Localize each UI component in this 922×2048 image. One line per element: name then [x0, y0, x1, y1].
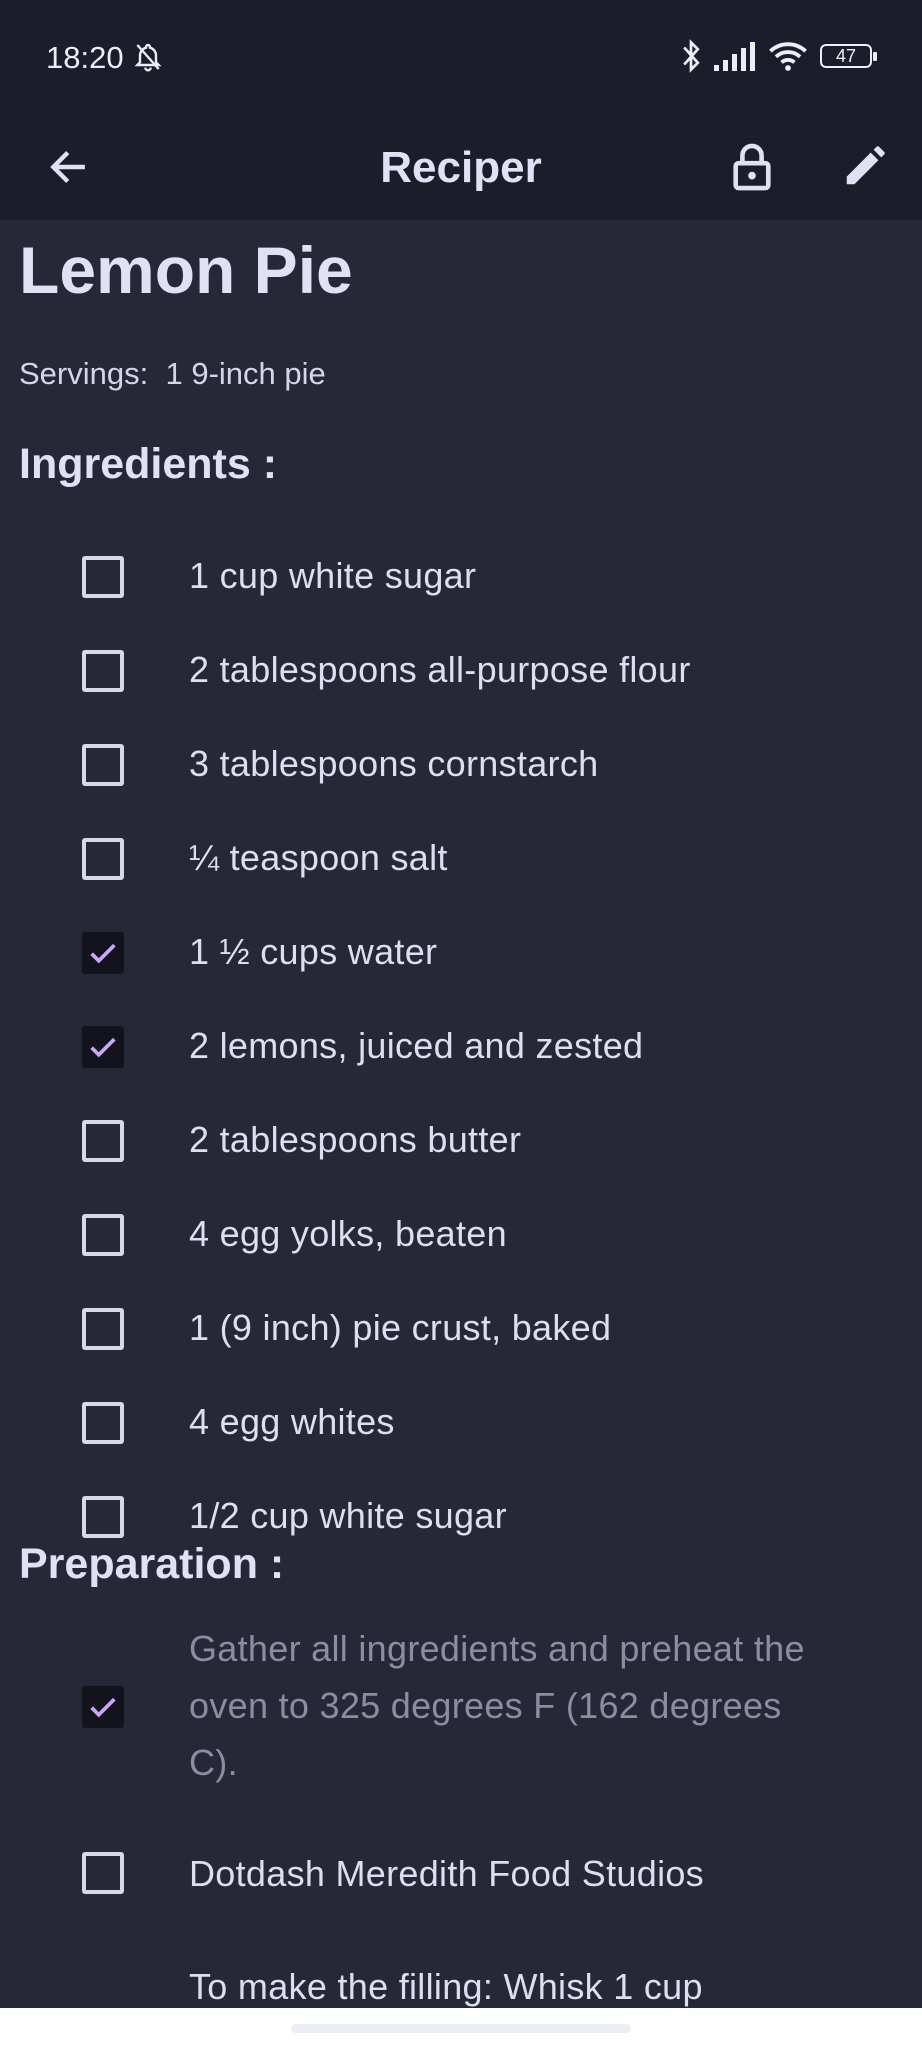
ingredient-item[interactable]: ¼ teaspoon salt — [0, 829, 922, 889]
ingredient-label: 3 tablespoons cornstarch — [189, 743, 599, 784]
step-checkbox[interactable] — [82, 1686, 124, 1728]
lock-open-icon — [733, 143, 771, 191]
app-bar: Reciper — [0, 115, 922, 220]
ingredient-label: 4 egg yolks, beaten — [189, 1213, 507, 1254]
servings: Servings: 1 9-inch pie — [19, 356, 326, 392]
lock-button[interactable] — [720, 135, 784, 199]
recipe-title: Lemon Pie — [19, 233, 353, 307]
checkmark-icon — [90, 943, 116, 964]
ingredient-checkbox[interactable] — [82, 1120, 124, 1162]
gesture-handle[interactable] — [291, 2024, 631, 2033]
status-bar: 18:20 47 — [0, 0, 922, 115]
wifi-icon — [769, 42, 807, 71]
ingredient-checkbox[interactable] — [82, 1214, 124, 1256]
ingredient-item[interactable]: 2 tablespoons butter — [0, 1111, 922, 1171]
ingredient-label: 1/2 cup white sugar — [189, 1495, 507, 1536]
status-time: 18:20 — [46, 40, 124, 75]
checkmark-icon — [90, 1037, 116, 1058]
ingredient-item[interactable]: 4 egg yolks, beaten — [0, 1205, 922, 1265]
pencil-icon — [846, 146, 885, 185]
ingredient-checkbox[interactable] — [82, 932, 124, 974]
bluetooth-icon — [683, 39, 700, 73]
step-text: To make the filling: Whisk 1 cup — [189, 1966, 703, 2007]
battery-level: 47 — [835, 45, 857, 66]
ingredient-checkbox[interactable] — [82, 744, 124, 786]
step-text: Dotdash Meredith Food Studios — [189, 1853, 704, 1894]
ingredient-checkbox[interactable] — [82, 1026, 124, 1068]
ingredients-heading: Ingredients : — [19, 440, 278, 488]
ingredient-label: 2 tablespoons all-purpose flour — [189, 649, 691, 690]
ingredient-label: 4 egg whites — [189, 1401, 395, 1442]
checkmark-icon — [90, 1697, 116, 1718]
bell-off-icon — [134, 43, 162, 72]
arrow-left-icon — [50, 151, 85, 183]
ingredient-label: 1 cup white sugar — [189, 555, 477, 596]
ingredient-checkbox[interactable] — [82, 838, 124, 880]
ingredient-item[interactable]: 2 tablespoons all-purpose flour — [0, 641, 922, 701]
ingredient-item[interactable]: 2 lemons, juiced and zested — [0, 1017, 922, 1077]
ingredient-label: 1 (9 inch) pie crust, baked — [189, 1307, 612, 1348]
ingredient-item[interactable]: 3 tablespoons cornstarch — [0, 735, 922, 795]
ingredient-checkbox[interactable] — [82, 1308, 124, 1350]
preparation-heading: Preparation : — [19, 1540, 285, 1588]
back-button[interactable] — [36, 135, 100, 199]
step-text: Gather all ingredients and preheat the o… — [189, 1628, 805, 1783]
ingredient-item[interactable]: 1/2 cup white sugar — [0, 1487, 922, 1547]
ingredient-item[interactable]: 1 cup white sugar — [0, 547, 922, 607]
servings-label: Servings: — [19, 356, 149, 391]
ingredient-item[interactable]: 1 ½ cups water — [0, 923, 922, 983]
ingredient-checkbox[interactable] — [82, 1402, 124, 1444]
servings-value: 1 9-inch pie — [165, 356, 326, 391]
edit-button[interactable] — [832, 135, 896, 199]
ingredient-item[interactable]: 1 (9 inch) pie crust, baked — [0, 1299, 922, 1359]
status-icons: 47 — [680, 38, 877, 74]
ingredient-checkbox[interactable] — [82, 556, 124, 598]
ingredient-label: 2 tablespoons butter — [189, 1119, 522, 1160]
ingredient-label: ¼ teaspoon salt — [189, 837, 448, 878]
ingredient-checkbox[interactable] — [82, 650, 124, 692]
battery-icon: 47 — [820, 44, 877, 68]
ingredient-label: 1 ½ cups water — [189, 931, 438, 972]
ingredient-label: 2 lemons, juiced and zested — [189, 1025, 644, 1066]
signal-icon — [714, 42, 755, 71]
step-checkbox[interactable] — [82, 1852, 124, 1894]
ingredient-item[interactable]: 4 egg whites — [0, 1393, 922, 1453]
ingredient-checkbox[interactable] — [82, 1496, 124, 1538]
